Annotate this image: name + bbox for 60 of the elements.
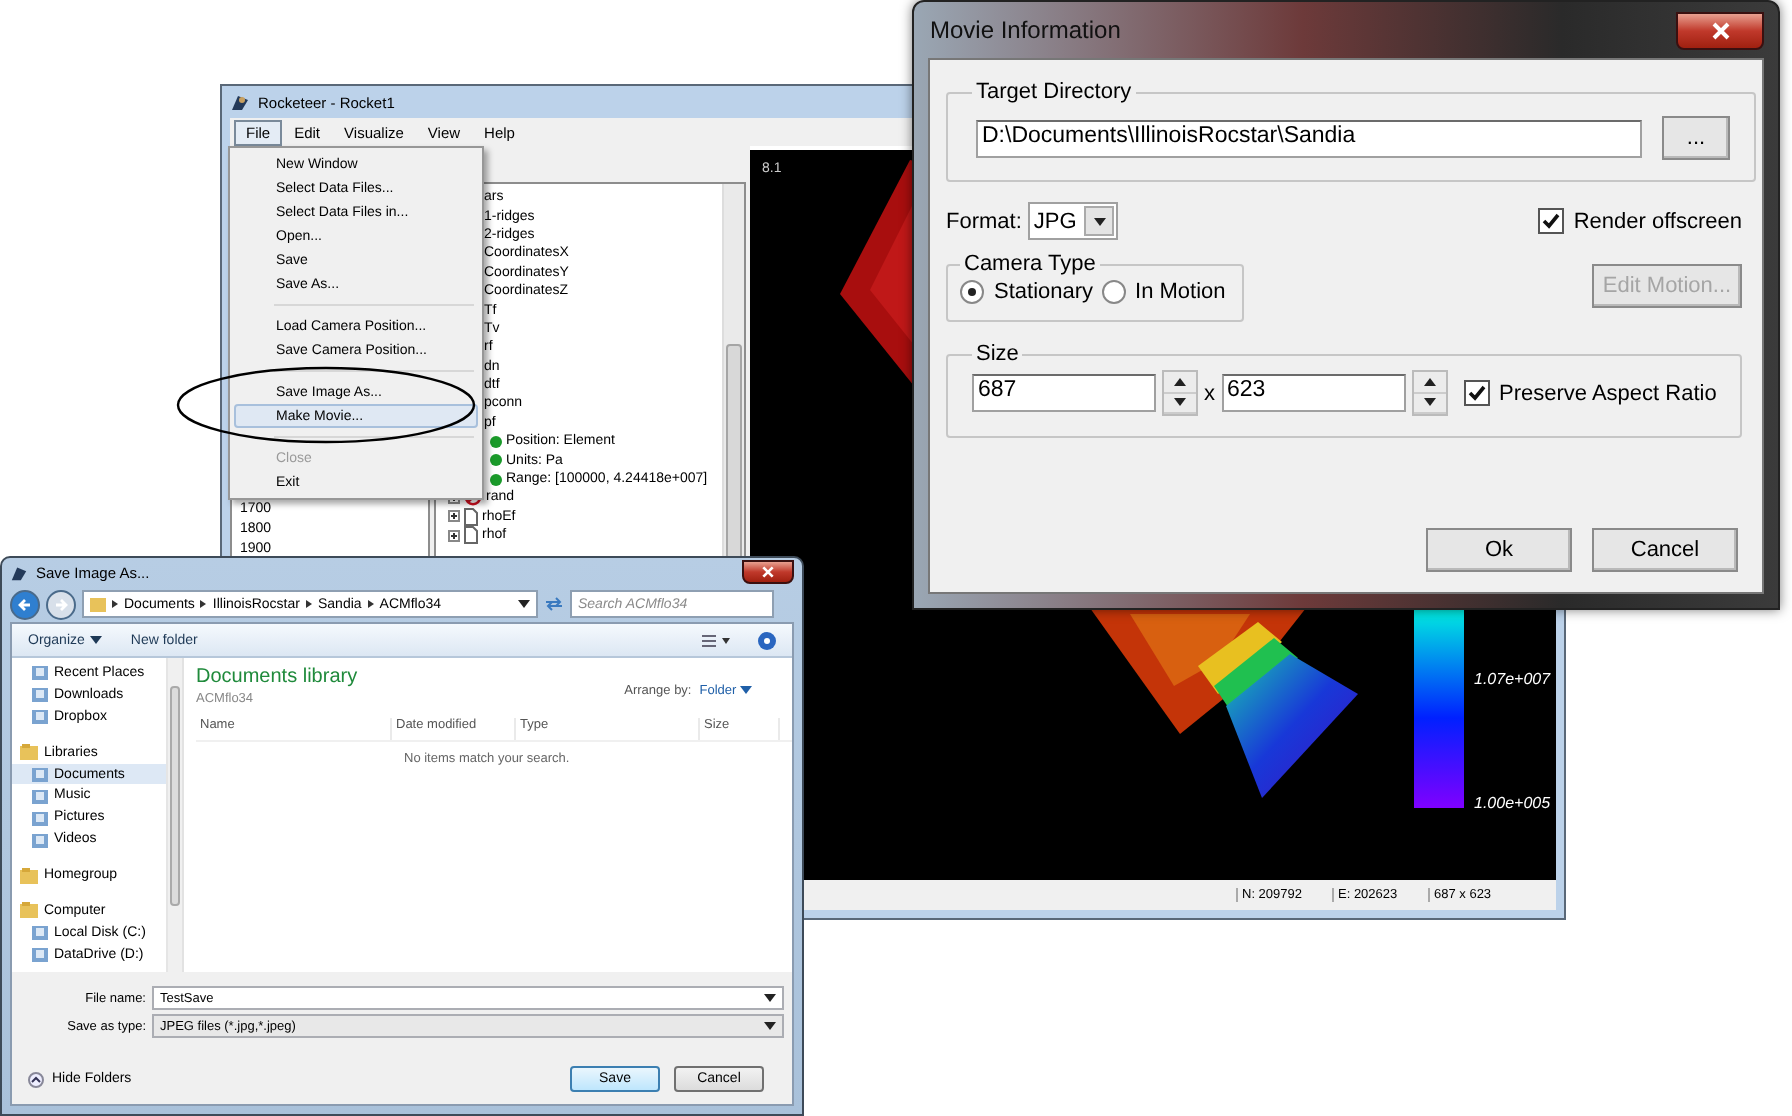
cancel-button[interactable]: Cancel [1592,528,1738,572]
up-arrow-icon [1174,377,1186,386]
checkbox-label: Preserve Aspect Ratio [1499,381,1717,405]
dropdown-arrow-icon [1423,398,1435,407]
close-button[interactable] [742,560,794,584]
close-icon [762,566,774,578]
dot-icon [490,435,502,448]
dropdown-arrow-icon [740,686,752,694]
checkbox-label: Render offscreen [1573,209,1742,233]
app-logo-icon [10,563,28,581]
dropdown-arrow-icon [1093,217,1106,225]
forward-button[interactable] [46,589,76,619]
group-title: Target Directory [974,80,1134,104]
format-label: Format: [946,209,1022,233]
spin-button[interactable] [1411,370,1447,416]
directory-field[interactable]: D:\Documents\IllinoisRocstar\Sandia [976,119,1642,157]
view-options-icon[interactable] [702,633,730,647]
dot-icon [490,473,502,486]
scrollbar[interactable] [166,658,182,972]
help-icon[interactable] [758,631,776,649]
checkbox[interactable] [1537,208,1564,234]
refresh-icon[interactable] [544,596,564,612]
expand-icon[interactable] [448,510,460,523]
spin-button[interactable] [1162,370,1198,416]
app-logo-icon [230,92,250,112]
height-field[interactable]: 623 [1221,374,1405,412]
library-title: Documents library [196,666,358,688]
dropdown-arrow-icon [764,1022,776,1030]
dialog-title: Movie Information [928,16,1121,44]
width-field[interactable]: 687 [972,374,1156,412]
chevron-icon [200,600,207,608]
format-select[interactable]: JPG [1027,202,1119,240]
close-icon [1711,21,1729,39]
group-title: Size [974,342,1021,366]
back-arrow-icon [18,597,32,611]
dropdown-arrow-icon [90,636,103,644]
times-label: x [1204,381,1215,405]
dropdown-arrow-icon [764,994,776,1002]
dropdown-arrow-icon [518,600,530,608]
chevron-icon [367,600,374,608]
checkbox[interactable] [1463,380,1489,406]
dropdown-arrow-icon [1174,398,1186,407]
chevron-icon [305,600,312,608]
browse-button[interactable]: ... [1662,116,1730,160]
up-arrow-icon [1423,377,1435,386]
radio-button[interactable] [960,280,984,304]
ok-button[interactable]: Ok [1426,528,1572,572]
group-title: Camera Type [962,252,1098,276]
radio-button[interactable] [1101,280,1126,304]
collapse-icon [28,1071,44,1087]
back-button[interactable] [10,589,40,619]
dot-icon [490,454,502,467]
scale-label: 1.00e+005 [1474,794,1551,812]
radio-label: Stationary [994,280,1094,304]
radio-label: In Motion [1135,280,1226,304]
forward-arrow-icon [54,597,68,611]
scale-label: 1.07e+007 [1474,670,1551,688]
close-button[interactable] [1676,11,1764,49]
expand-icon[interactable] [448,529,460,542]
chevron-icon [112,600,118,608]
